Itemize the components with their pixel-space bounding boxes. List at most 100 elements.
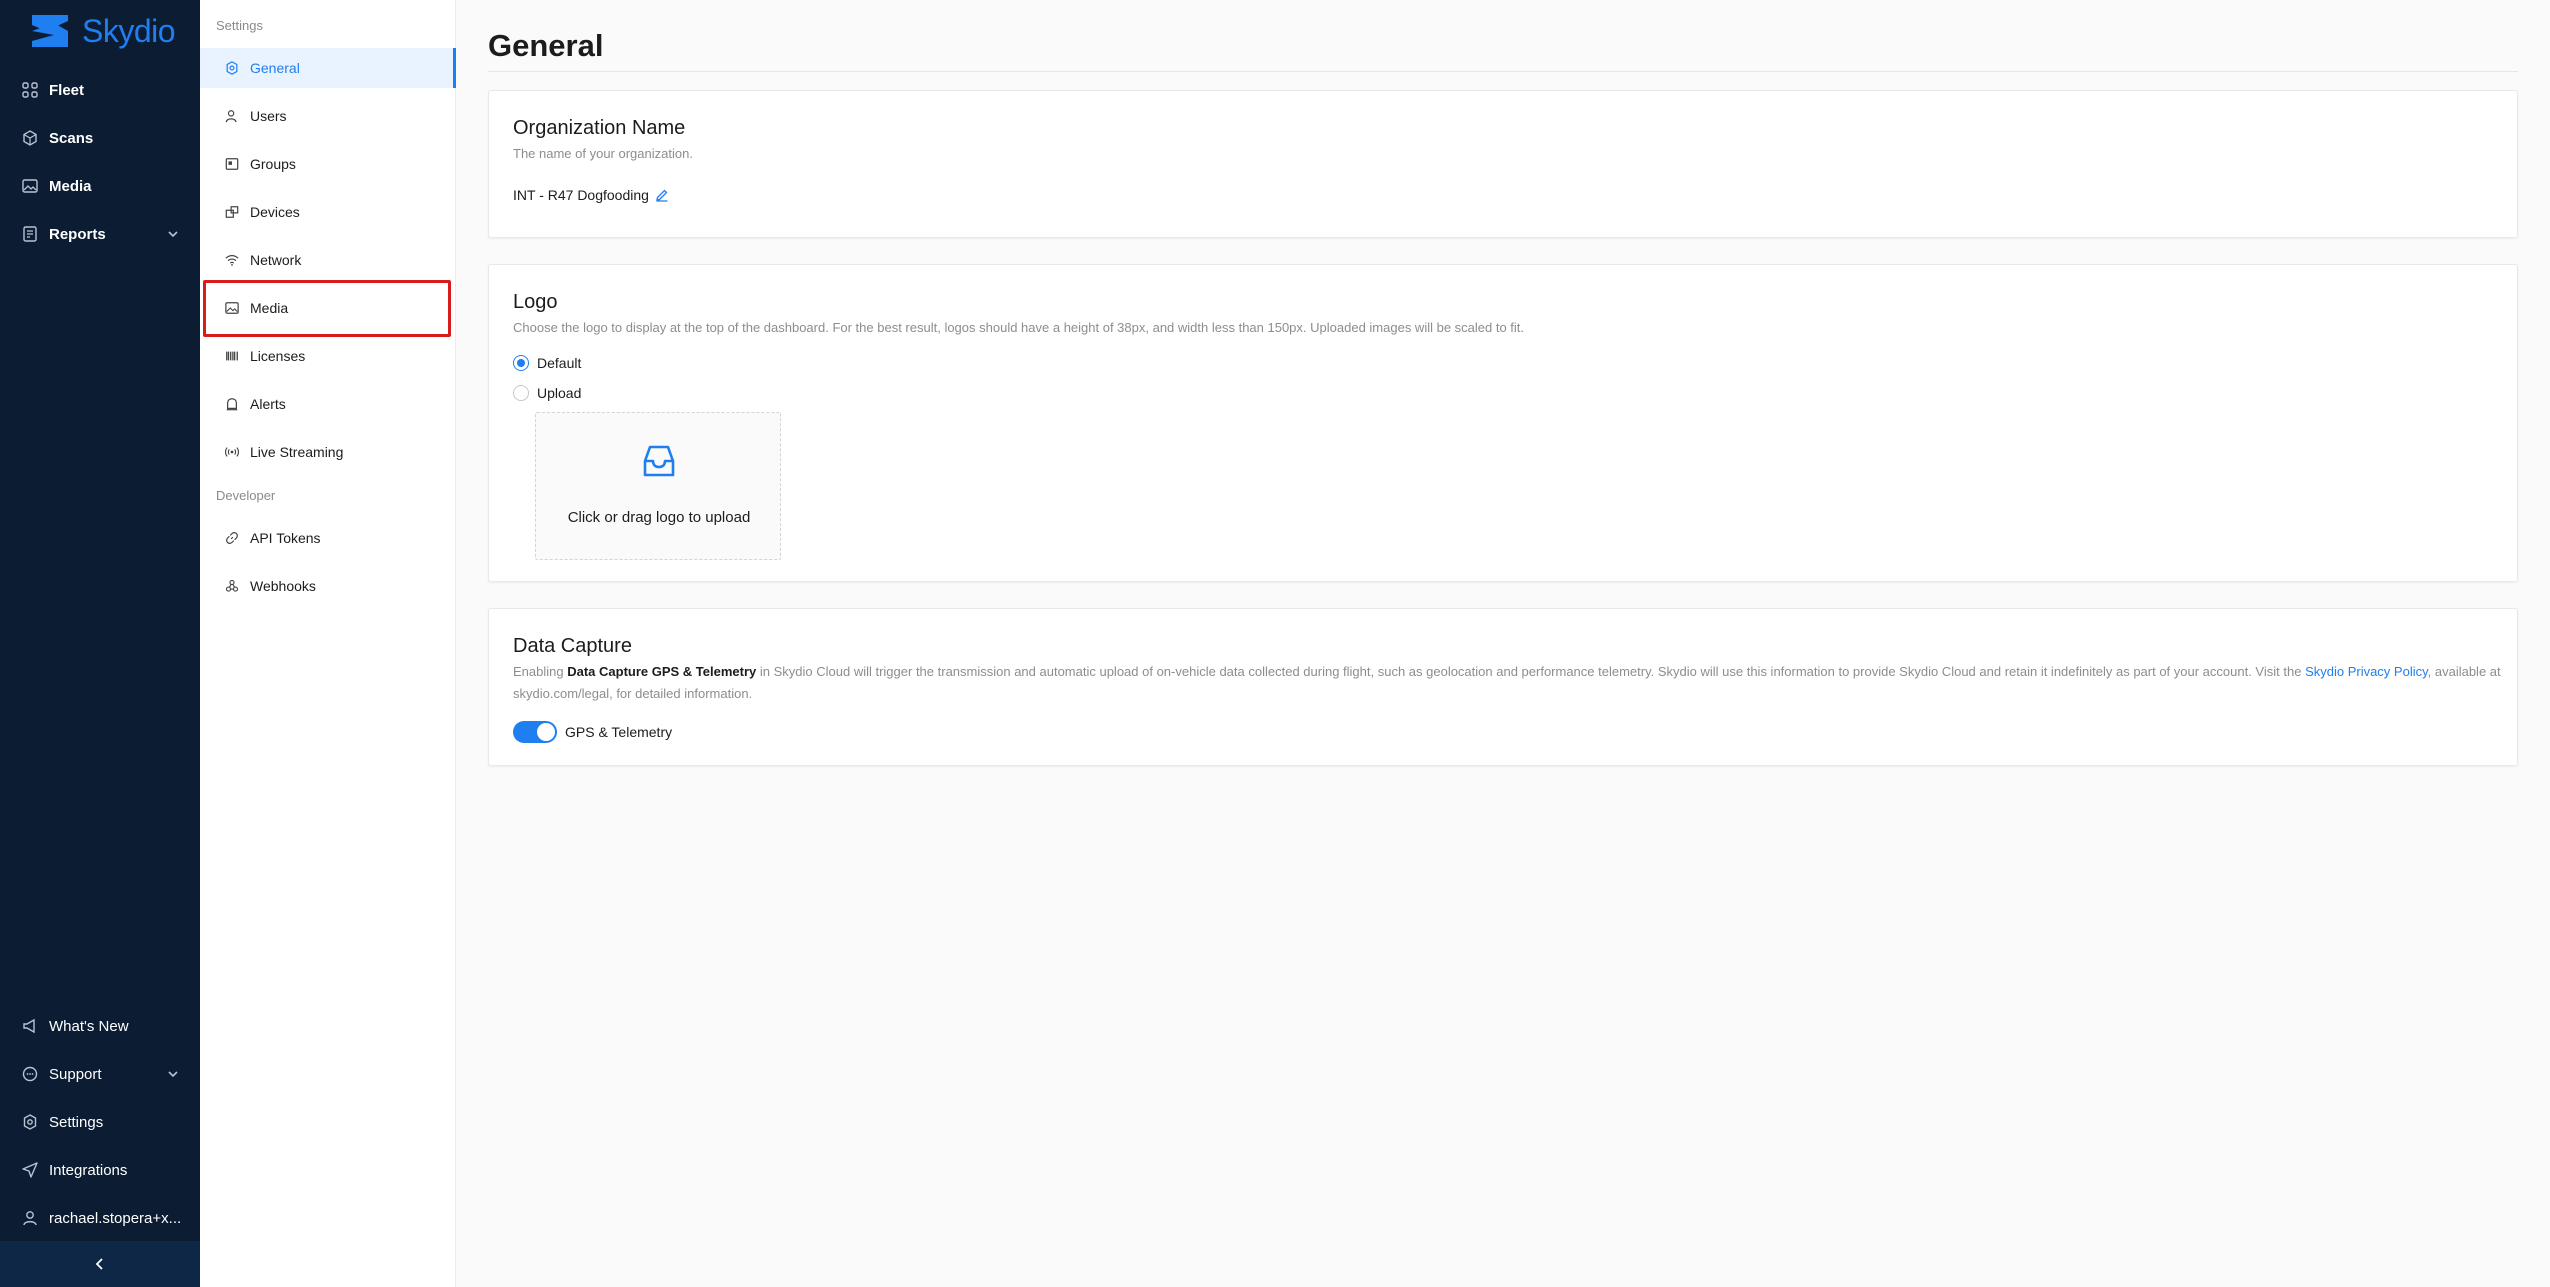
settings-item-label: Media	[250, 300, 289, 316]
edit-icon[interactable]	[655, 188, 669, 202]
settings-item-label: General	[250, 60, 300, 76]
wifi-icon	[224, 252, 240, 268]
toggle-label: GPS & Telemetry	[565, 724, 673, 740]
nav-label: What's New	[49, 1017, 129, 1035]
radio-label: Default	[537, 355, 582, 371]
settings-item-licenses[interactable]: Licenses	[200, 336, 456, 376]
desc-bold: Data Capture GPS & Telemetry	[567, 664, 757, 679]
groups-icon	[224, 156, 240, 172]
privacy-policy-link[interactable]: Skydio Privacy Policy	[2305, 664, 2428, 679]
settings-menu: Settings General Users Groups Devices Ne…	[200, 0, 456, 1287]
settings-item-media[interactable]: Media	[200, 288, 456, 328]
logo-upload-dropzone[interactable]: Click or drag logo to upload	[535, 412, 781, 560]
webhook-icon	[224, 578, 240, 594]
nav-item-media[interactable]: Media	[0, 166, 200, 206]
settings-item-api-tokens[interactable]: API Tokens	[200, 518, 456, 558]
upload-text: Click or drag logo to upload	[567, 509, 751, 526]
settings-item-devices[interactable]: Devices	[200, 192, 456, 232]
radio-label: Upload	[537, 385, 582, 401]
settings-item-groups[interactable]: Groups	[200, 144, 456, 184]
organization-name-title: Organization Name	[513, 117, 686, 139]
nav-item-support[interactable]: Support	[0, 1054, 200, 1094]
settings-item-webhooks[interactable]: Webhooks	[200, 566, 456, 606]
barcode-icon	[224, 348, 240, 364]
devices-icon	[224, 204, 240, 220]
logo-option-default[interactable]: Default	[513, 355, 581, 371]
nav-item-settings[interactable]: Settings	[0, 1102, 200, 1142]
desc-text: Enabling	[513, 664, 568, 679]
settings-item-label: Alerts	[250, 396, 286, 412]
brand-name: Skydio	[82, 12, 176, 49]
collapse-nav-button[interactable]	[0, 1241, 200, 1287]
alert-icon	[224, 396, 240, 412]
nav-label: Settings	[49, 1113, 104, 1131]
settings-item-label: Devices	[250, 204, 300, 220]
main-nav: Skydio Fleet Scans Media Reports What's …	[0, 0, 200, 1287]
settings-item-label: Users	[250, 108, 287, 124]
nav-label: Scans	[49, 129, 94, 147]
organization-name-value: INT - R47 Dogfooding	[513, 187, 649, 203]
settings-item-label: Live Streaming	[250, 444, 344, 460]
data-capture-title: Data Capture	[513, 635, 632, 657]
radio-default[interactable]	[513, 355, 529, 371]
logo-description: Choose the logo to display at the top of…	[513, 320, 1525, 335]
nav-label: Reports	[49, 225, 106, 243]
logo-title: Logo	[513, 291, 558, 313]
image-icon	[224, 300, 240, 316]
gear-icon	[224, 60, 240, 76]
nav-item-user-account[interactable]: rachael.stopera+x...	[0, 1198, 200, 1238]
broadcast-icon	[224, 444, 240, 460]
chevron-left-icon	[95, 1258, 103, 1270]
settings-item-label: Licenses	[250, 348, 306, 364]
radio-upload[interactable]	[513, 385, 529, 401]
scans-icon	[22, 130, 38, 146]
user-icon	[22, 1210, 38, 1226]
skydio-logo-icon	[32, 15, 68, 47]
settings-item-label: Network	[250, 252, 302, 268]
nav-item-scans[interactable]: Scans	[0, 118, 200, 158]
nav-label: Support	[49, 1065, 102, 1083]
nav-item-fleet[interactable]: Fleet	[0, 70, 200, 110]
users-icon	[224, 108, 240, 124]
title-divider	[488, 71, 2518, 72]
link-icon	[224, 530, 240, 546]
logo-option-upload[interactable]: Upload	[513, 385, 581, 401]
skydio-logo[interactable]: Skydio	[28, 10, 176, 52]
send-icon	[22, 1162, 38, 1178]
media-icon	[22, 178, 38, 194]
page-title: General	[488, 28, 604, 63]
nav-item-whats-new[interactable]: What's New	[0, 1006, 200, 1046]
nav-label: rachael.stopera+x...	[49, 1209, 182, 1227]
data-capture-description: Enabling Data Capture GPS & Telemetry in…	[513, 661, 2503, 705]
settings-item-live-streaming[interactable]: Live Streaming	[200, 432, 456, 472]
desc-text: in Skydio Cloud will trigger the transmi…	[756, 664, 2306, 679]
organization-name-description: The name of your organization.	[513, 146, 693, 161]
organization-name-value-row: INT - R47 Dogfooding	[513, 187, 669, 203]
developer-heading: Developer	[216, 488, 276, 503]
reports-icon	[22, 226, 38, 242]
settings-menu-heading: Settings	[216, 18, 263, 33]
main-content: General Organization Name The name of yo…	[456, 0, 2550, 1287]
settings-item-alerts[interactable]: Alerts	[200, 384, 456, 424]
gps-telemetry-row: GPS & Telemetry	[513, 721, 672, 743]
organization-name-card: Organization Name The name of your organ…	[488, 90, 2518, 238]
chevron-down-icon	[168, 1071, 178, 1078]
settings-item-general[interactable]: General	[200, 48, 456, 88]
nav-item-reports[interactable]: Reports	[0, 214, 200, 254]
logo-card: Logo Choose the logo to display at the t…	[488, 264, 2518, 582]
settings-item-label: Webhooks	[250, 578, 316, 594]
chevron-down-icon	[168, 231, 178, 238]
settings-item-users[interactable]: Users	[200, 96, 456, 136]
nav-label: Integrations	[49, 1161, 128, 1179]
gps-telemetry-toggle[interactable]	[513, 721, 557, 743]
nav-label: Fleet	[49, 81, 85, 99]
nav-label: Media	[49, 177, 92, 195]
inbox-icon	[643, 445, 675, 477]
settings-item-network[interactable]: Network	[200, 240, 456, 280]
gear-icon	[22, 1114, 38, 1130]
data-capture-card: Data Capture Enabling Data Capture GPS &…	[488, 608, 2518, 766]
chat-icon	[22, 1066, 38, 1082]
nav-item-integrations[interactable]: Integrations	[0, 1150, 200, 1190]
megaphone-icon	[22, 1018, 38, 1034]
settings-item-label: Groups	[250, 156, 296, 172]
